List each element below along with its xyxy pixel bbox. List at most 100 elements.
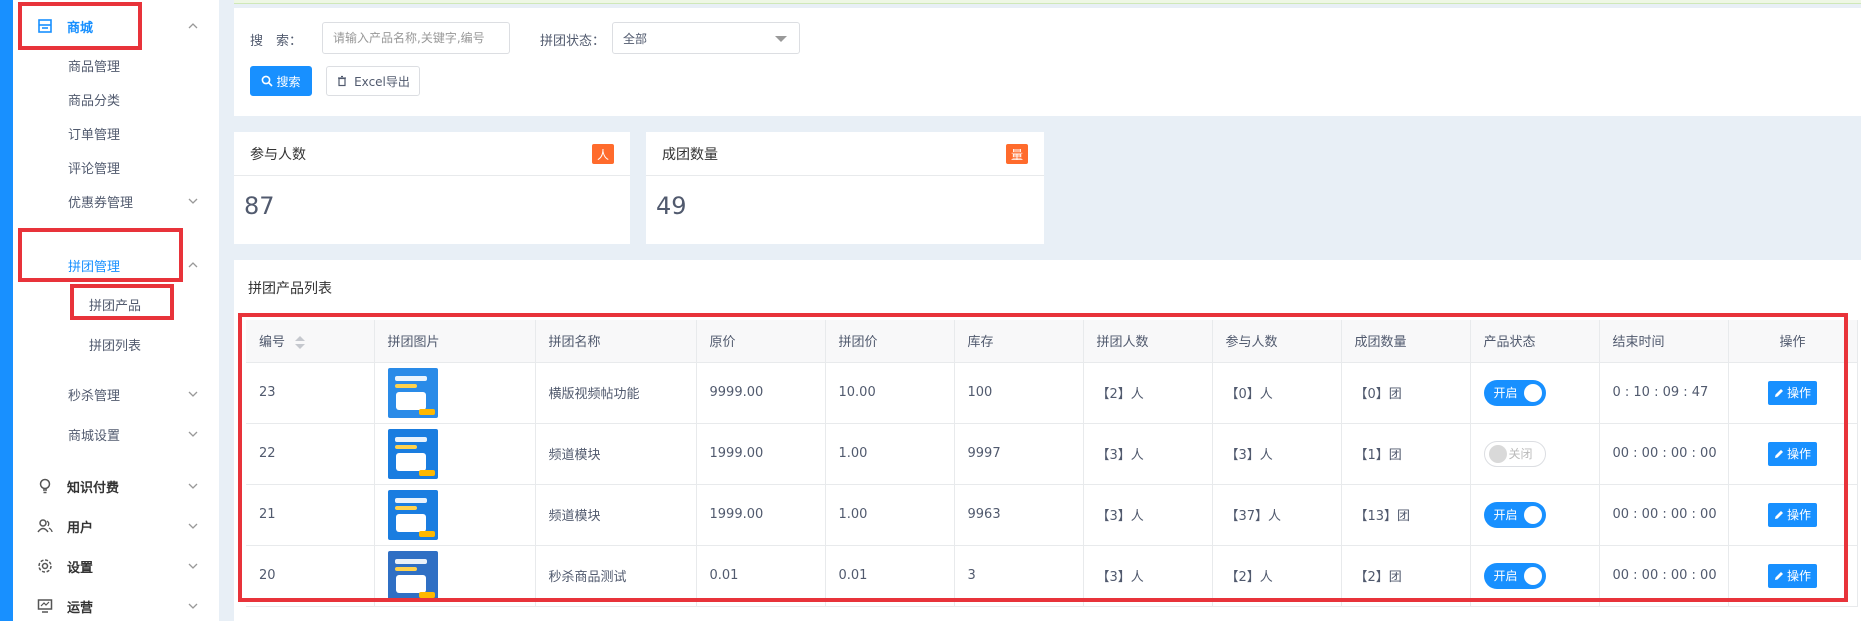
cell-id: 22	[246, 423, 375, 485]
cell-group-size: 【3】人	[1083, 545, 1213, 607]
group-status-select[interactable]: 全部	[612, 22, 800, 54]
status-toggle[interactable]: 关闭	[1483, 440, 1546, 467]
cell-participants: 【0】人	[1212, 362, 1342, 424]
product-thumbnail[interactable]	[387, 367, 438, 418]
cell-end-time: 00 : 00 : 00 : 00	[1599, 484, 1729, 546]
sidebar-item-group-mgmt[interactable]: 拼团管理	[13, 246, 219, 284]
cell-action: 操作	[1728, 545, 1858, 607]
cell-image	[374, 423, 536, 485]
status-toggle[interactable]: 开启	[1483, 501, 1546, 528]
cell-group-size: 【3】人	[1083, 423, 1213, 485]
groups-title: 成团数量	[662, 147, 718, 163]
chevron-down-icon	[188, 198, 198, 204]
toggle-knob	[1523, 505, 1542, 524]
cell-stock: 9997	[954, 423, 1084, 485]
product-thumbnail[interactable]	[387, 550, 438, 601]
sidebar-item-label: 商品分类	[68, 93, 121, 109]
excel-export-button[interactable]: Excel导出	[326, 66, 420, 96]
gear-icon	[37, 558, 53, 574]
cell-status: 开启	[1470, 362, 1600, 424]
sidebar-item-label: 优惠券管理	[68, 195, 134, 211]
sidebar-item-group-list[interactable]: 拼团列表	[13, 325, 219, 363]
sidebar-item-label: 知识付费	[67, 480, 120, 496]
card-divider	[646, 175, 1044, 176]
col-header-image: 拼团图片	[374, 320, 536, 363]
sidebar-item-product-cat[interactable]: 商品分类	[13, 80, 219, 118]
cell-groups: 【0】团	[1341, 362, 1471, 424]
cell-end-time: 00 : 00 : 00 : 00	[1599, 545, 1729, 607]
card-divider	[234, 175, 630, 176]
sidebar-item-operations[interactable]: 运营	[13, 587, 219, 621]
search-panel: 搜 索： 拼团状态： 全部 搜索 Excel导出	[234, 8, 1861, 116]
sidebar-item-label: 商城	[67, 20, 94, 36]
cell-action: 操作	[1728, 362, 1858, 424]
cell-image	[374, 362, 536, 424]
col-header-group-size: 拼团人数	[1083, 320, 1213, 363]
col-header-stock: 库存	[954, 320, 1084, 363]
sidebar-item-label: 设置	[67, 560, 94, 576]
sort-icon[interactable]	[295, 335, 306, 350]
product-thumbnail[interactable]	[387, 489, 438, 540]
chevron-down-icon	[188, 523, 198, 529]
cell-group-size: 【3】人	[1083, 484, 1213, 546]
cell-price: 0.01	[696, 545, 826, 607]
participants-title: 参与人数	[250, 147, 306, 163]
group-status-label: 拼团状态：	[540, 34, 606, 49]
operate-button[interactable]: 操作	[1767, 441, 1817, 466]
search-input[interactable]	[322, 22, 510, 54]
product-thumbnail[interactable]	[387, 428, 438, 479]
operate-label: 操作	[1786, 569, 1811, 583]
cell-status: 开启	[1470, 545, 1600, 607]
cell-action: 操作	[1728, 423, 1858, 485]
sidebar-item-label: 用户	[67, 520, 94, 536]
table-row: 20 秒杀商品测试 0.01 0.01 3 【3】人 【2】人 【2】团 开启 00 : 00 :…	[246, 545, 1858, 607]
chevron-down-icon	[188, 563, 198, 569]
operate-label: 操作	[1786, 508, 1811, 522]
group-status-value: 全部	[623, 31, 648, 46]
sidebar-item-label: 拼团列表	[89, 338, 142, 354]
sidebar-item-seckill-mgmt[interactable]: 秒杀管理	[13, 375, 219, 413]
status-toggle-label: 关闭	[1508, 447, 1533, 461]
sidebar: 商城 商品管理 商品分类 订单管理 评论管理 优惠券管理 拼团管理 拼团产品 拼…	[13, 0, 219, 621]
table-header-row: 编号 拼团图片 拼团名称 原价 拼团价 库存 拼团人数 参与人数 成团数量 产品…	[246, 320, 1858, 363]
table-row: 23 横版视频帖功能 9999.00 10.00 100 【2】人 【0】人 【0】团 开启 0 …	[246, 362, 1858, 424]
cell-name: 秒杀商品测试	[535, 545, 697, 607]
sidebar-item-comment-mgmt[interactable]: 评论管理	[13, 148, 219, 186]
lightbulb-icon	[37, 478, 53, 494]
sidebar-item-label: 拼团管理	[68, 259, 121, 275]
cell-group-price: 1.00	[825, 484, 955, 546]
sidebar-item-label: 商城设置	[68, 428, 121, 444]
sidebar-item-knowledge[interactable]: 知识付费	[13, 467, 219, 505]
status-toggle[interactable]: 开启	[1483, 562, 1546, 589]
sidebar-item-shop-settings[interactable]: 商城设置	[13, 415, 219, 453]
cell-name: 横版视频帖功能	[535, 362, 697, 424]
sidebar-item-group-products[interactable]: 拼团产品	[13, 285, 219, 323]
sidebar-item-label: 评论管理	[68, 161, 121, 177]
status-toggle[interactable]: 开启	[1483, 379, 1546, 406]
col-header-participants: 参与人数	[1212, 320, 1342, 363]
operate-button[interactable]: 操作	[1767, 563, 1817, 588]
sidebar-item-label: 秒杀管理	[68, 388, 121, 404]
search-button[interactable]: 搜索	[250, 66, 312, 96]
col-header-id[interactable]: 编号	[246, 320, 375, 363]
sidebar-item-users[interactable]: 用户	[13, 507, 219, 545]
cell-name: 频道模块	[535, 423, 697, 485]
cell-image	[374, 484, 536, 546]
sidebar-item-coupon-mgmt[interactable]: 优惠券管理	[13, 182, 219, 220]
sidebar-item-order-mgmt[interactable]: 订单管理	[13, 114, 219, 152]
sidebar-item-shop[interactable]: 商城	[13, 7, 219, 45]
chevron-up-icon	[188, 23, 198, 29]
operate-button[interactable]: 操作	[1767, 380, 1817, 405]
participants-card: 参与人数 人 87	[234, 132, 630, 244]
sidebar-item-settings[interactable]: 设置	[13, 547, 219, 585]
cell-price: 9999.00	[696, 362, 826, 424]
edit-icon	[1774, 388, 1783, 397]
chevron-down-icon	[188, 483, 198, 489]
cell-groups: 【1】团	[1341, 423, 1471, 485]
shop-icon	[37, 18, 53, 34]
sidebar-item-product-mgmt[interactable]: 商品管理	[13, 46, 219, 84]
chevron-down-icon	[188, 431, 198, 437]
cell-group-price: 0.01	[825, 545, 955, 607]
operate-button[interactable]: 操作	[1767, 502, 1817, 527]
table-row: 22 频道模块 1999.00 1.00 9997 【3】人 【3】人 【1】团 关闭 00 : …	[246, 423, 1858, 485]
